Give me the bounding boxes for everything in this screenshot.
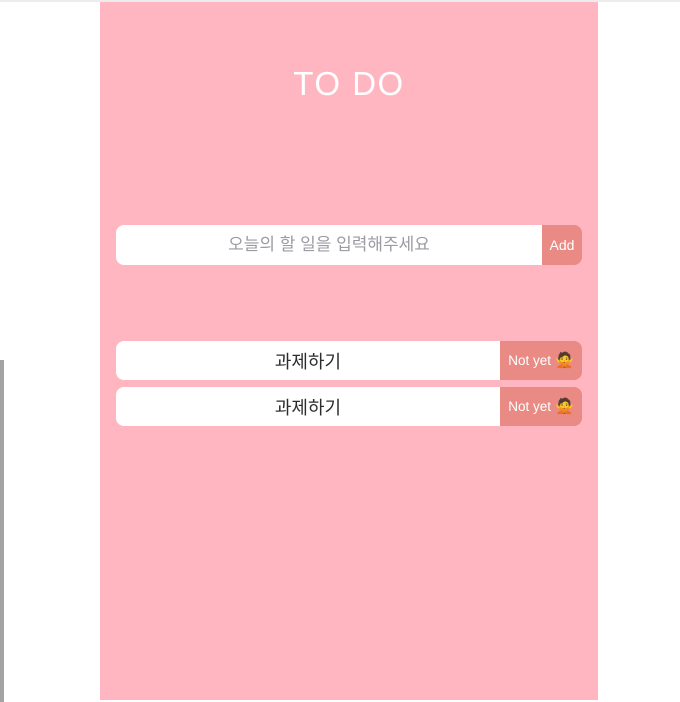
person-gesturing-no-icon: 🙅 [555, 352, 574, 369]
todo-status-label: Not yet [508, 399, 552, 414]
page-scrollbar-thumb[interactable] [0, 360, 4, 702]
todo-status-toggle-button[interactable]: Not yet 🙅 [500, 341, 582, 380]
page-scrollbar[interactable] [0, 2, 4, 702]
todo-item-text: 과제하기 [116, 341, 500, 380]
viewport-top-border [0, 0, 680, 2]
person-gesturing-no-icon: 🙅 [555, 398, 574, 415]
todo-list-item: 과제하기 Not yet 🙅 [116, 387, 582, 426]
todo-list: 과제하기 Not yet 🙅 과제하기 Not yet 🙅 [116, 341, 582, 426]
todo-list-item: 과제하기 Not yet 🙅 [116, 341, 582, 380]
todo-entry-row: Add [116, 225, 582, 265]
todo-status-toggle-button[interactable]: Not yet 🙅 [500, 387, 582, 426]
page-title: TO DO [293, 65, 405, 102]
todo-status-label: Not yet [508, 353, 552, 368]
todo-item-text: 과제하기 [116, 387, 500, 426]
add-todo-button[interactable]: Add [542, 225, 582, 265]
todo-input[interactable] [116, 225, 542, 265]
todo-app-panel: TO DO Add 과제하기 Not yet 🙅 과제하기 Not yet 🙅 [100, 2, 598, 700]
